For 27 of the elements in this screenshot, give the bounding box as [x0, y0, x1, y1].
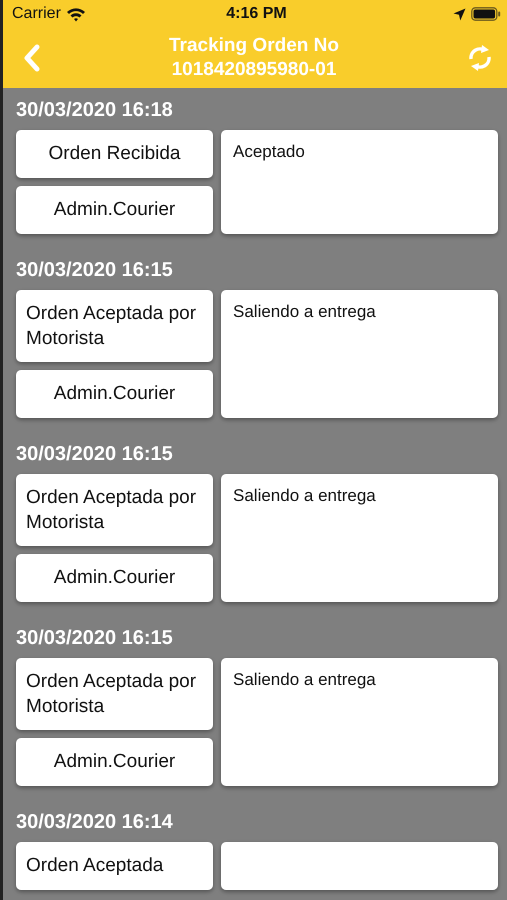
- user-card: Admin.Courier: [16, 370, 213, 418]
- user-card: Admin.Courier: [16, 186, 213, 234]
- entry-datetime: 30/03/2020 16:14: [16, 810, 174, 835]
- user-card: Admin.Courier: [16, 738, 213, 786]
- battery-icon: [471, 7, 501, 21]
- status-time: 4:16 PM: [226, 5, 287, 23]
- screen-title: Tracking Orden No: [169, 34, 339, 58]
- status-card: Orden Aceptada: [16, 842, 213, 890]
- entry-datetime: 30/03/2020 16:15: [16, 442, 174, 467]
- entry-datetime: 30/03/2020 16:18: [16, 98, 174, 123]
- note-text: Aceptado: [233, 142, 305, 161]
- refresh-icon[interactable]: [466, 42, 493, 74]
- status-card: Orden Recibida: [16, 130, 213, 178]
- carrier-label: Carrier: [12, 5, 61, 23]
- entry-datetime: 30/03/2020 16:15: [16, 258, 174, 283]
- user-card: Admin.Courier: [16, 554, 213, 602]
- note-text: Saliendo a entrega: [233, 670, 376, 689]
- location-arrow-icon: [453, 8, 466, 20]
- note-text: Saliendo a entrega: [233, 302, 376, 321]
- status-card: Orden Aceptada por Motorista: [16, 474, 213, 546]
- entry-datetime: 30/03/2020 16:15: [16, 626, 174, 651]
- order-number: 1018420895980-01: [172, 58, 336, 82]
- back-icon[interactable]: [23, 44, 41, 72]
- status-card: Orden Aceptada por Motorista: [16, 658, 213, 730]
- wifi-icon: [66, 6, 86, 22]
- status-card: Orden Aceptada por Motorista: [16, 290, 213, 362]
- note-text: Saliendo a entrega: [233, 486, 376, 505]
